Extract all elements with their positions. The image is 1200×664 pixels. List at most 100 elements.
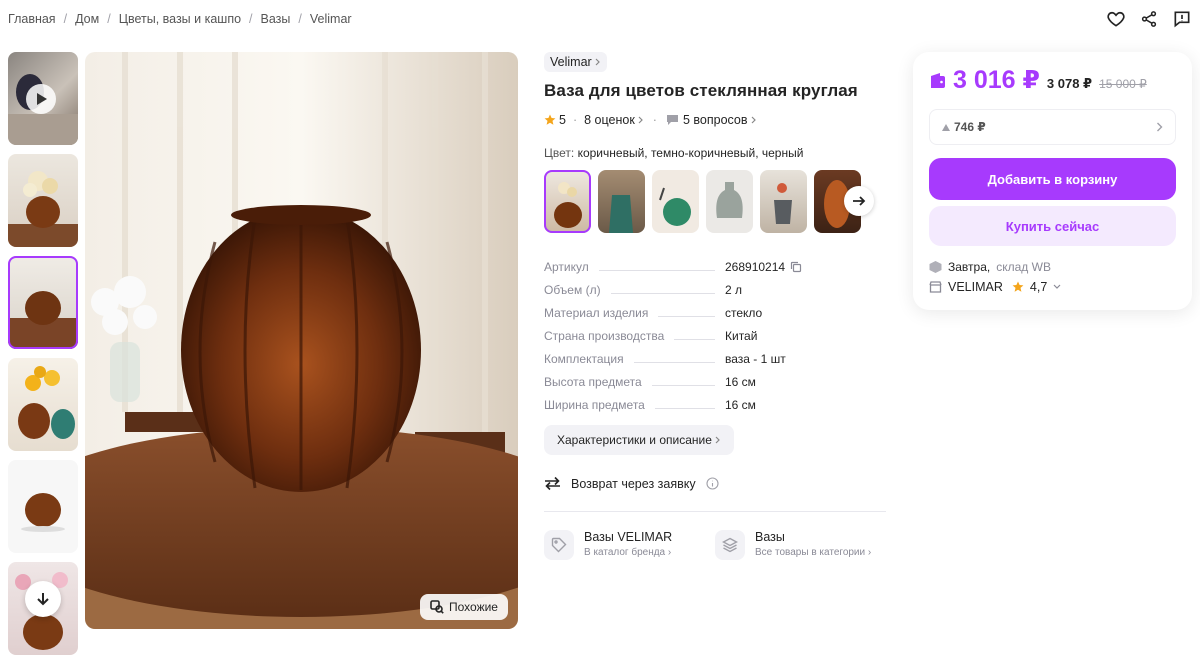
spec-row: Высота предмета 16 см (544, 370, 886, 393)
buy-now-button[interactable]: Купить сейчас (929, 206, 1176, 246)
old-price: 15 000 ₽ (1099, 76, 1147, 91)
rating-value: 5 (559, 113, 566, 127)
chevron-right-icon (715, 436, 720, 444)
arrow-right-icon[interactable] (844, 186, 874, 216)
store-icon (929, 281, 942, 293)
seller-rating: 4,7 (1029, 280, 1048, 294)
chevron-right-icon (751, 116, 756, 124)
similar-search-icon (430, 600, 444, 614)
spec-key: Материал изделия (544, 305, 649, 320)
return-text: Возврат через заявку (571, 476, 696, 491)
color-swatch[interactable] (760, 170, 807, 233)
spec-value: 16 см (725, 397, 756, 412)
thumbnail-image[interactable] (8, 154, 78, 247)
spec-key: Комплектация (544, 351, 624, 366)
spec-key: Страна производства (544, 328, 665, 343)
category-link-title: Вазы (755, 530, 785, 544)
spec-row: Артикул 268910214 (544, 255, 886, 278)
seller-row[interactable]: VELIMAR 4,7 (929, 280, 1176, 294)
delivery-day: Завтра, (948, 260, 991, 274)
specs-list: Артикул 268910214 Объем (л) 2 л Материал… (544, 255, 886, 416)
thumbnail-image[interactable] (8, 358, 78, 451)
alert-icon[interactable] (1172, 9, 1192, 29)
thumbnail-image-active[interactable] (8, 256, 78, 349)
spec-row: Страна производства Китай (544, 324, 886, 347)
wallet-price: 3 078 ₽ (1046, 75, 1093, 91)
reviews-link[interactable]: 8 оценок (584, 113, 635, 127)
breadcrumb: Главная / Дом / Цветы, вазы и кашпо / Ва… (8, 12, 352, 26)
color-label: Цвет: (544, 146, 575, 160)
brand-catalog-link[interactable]: Вазы VELIMAR В каталог бренда › (544, 530, 715, 560)
breadcrumb-home-category[interactable]: Дом (75, 12, 99, 26)
breadcrumb-separator: / (107, 12, 111, 26)
chevron-right-icon (1157, 122, 1163, 132)
thumbnail-video[interactable] (8, 52, 78, 145)
bonus-row[interactable]: 746 ₽ (929, 109, 1176, 145)
spec-value: 268910214 (725, 259, 786, 274)
spec-key: Ширина предмета (544, 397, 645, 412)
heart-icon[interactable] (1106, 9, 1126, 29)
brand-chip[interactable]: Velimar (544, 52, 607, 72)
category-link[interactable]: Вазы Все товары в категории › (715, 530, 886, 560)
breadcrumb-separator: / (298, 12, 302, 26)
breadcrumb-separator: / (63, 12, 68, 26)
catalog-links: Вазы VELIMAR В каталог бренда › Вазы Все… (544, 530, 886, 560)
top-actions (1106, 9, 1192, 29)
return-arrows-icon (545, 476, 560, 491)
breadcrumb-flowers[interactable]: Цветы, вазы и кашпо (119, 12, 241, 26)
current-price: 3 016 ₽ (953, 66, 1040, 94)
spec-value: Китай (725, 328, 758, 343)
dot-separator: · (652, 113, 657, 127)
color-swatch[interactable] (652, 170, 699, 233)
spec-value: стекло (725, 305, 763, 320)
chevron-right-icon (638, 116, 643, 124)
rating-row: 5 · 8 оценок · 5 вопросов (544, 113, 886, 127)
spec-value: ваза - 1 шт (725, 351, 786, 366)
breadcrumb-home[interactable]: Главная (8, 12, 56, 26)
breadcrumb-brand[interactable]: Velimar (310, 12, 352, 26)
tag-icon (544, 530, 574, 560)
price-card: 3 016 ₽ 3 078 ₽ 15 000 ₽ 746 ₽ Добавить … (913, 52, 1192, 310)
copy-icon[interactable] (790, 261, 802, 273)
product-info: Velimar Ваза для цветов стеклянная кругл… (544, 52, 886, 560)
thumbnail-image[interactable] (8, 460, 78, 553)
star-icon (1012, 281, 1024, 292)
breadcrumb-separator: / (249, 12, 253, 26)
product-title: Ваза для цветов стеклянная круглая (544, 81, 858, 100)
wallet-icon (931, 72, 945, 88)
arrow-down-icon[interactable] (25, 581, 61, 617)
share-icon[interactable] (1139, 9, 1159, 29)
chat-icon (666, 115, 678, 125)
chevron-right-icon (595, 58, 600, 66)
color-value: коричневый, темно-коричневый, черный (577, 146, 804, 160)
category-link-subtitle: Все товары в категории (755, 547, 866, 558)
return-row: Возврат через заявку (544, 476, 886, 491)
seller-name: VELIMAR (948, 280, 1003, 294)
color-swatch[interactable] (598, 170, 645, 233)
box-icon (929, 261, 942, 273)
spec-value: 16 см (725, 374, 756, 389)
characteristics-label: Характеристики и описание (557, 433, 712, 447)
spec-key: Артикул (544, 259, 589, 274)
info-icon[interactable] (706, 477, 719, 490)
characteristics-button[interactable]: Характеристики и описание (544, 425, 734, 455)
color-swatch[interactable] (706, 170, 753, 233)
thumbnail-list (8, 52, 78, 664)
brand-link-subtitle: В каталог бренда (584, 547, 666, 558)
arrow-up-icon (942, 123, 950, 131)
questions-link[interactable]: 5 вопросов (683, 113, 748, 127)
price-row: 3 016 ₽ 3 078 ₽ 15 000 ₽ (929, 65, 1176, 95)
main-product-image[interactable]: Похожие (85, 52, 518, 629)
similar-button[interactable]: Похожие (420, 594, 508, 620)
delivery-warehouse: склад WB (996, 260, 1051, 274)
spec-key: Высота предмета (544, 374, 642, 389)
color-swatch[interactable] (544, 170, 591, 233)
color-swatches (544, 170, 886, 233)
breadcrumb-vases[interactable]: Вазы (261, 12, 291, 26)
play-icon[interactable] (26, 84, 56, 114)
chevron-down-icon (1053, 284, 1061, 289)
add-to-cart-button[interactable]: Добавить в корзину (929, 158, 1176, 200)
bonus-value: 746 ₽ (954, 120, 986, 134)
star-icon (544, 114, 556, 125)
spec-key: Объем (л) (544, 282, 601, 297)
